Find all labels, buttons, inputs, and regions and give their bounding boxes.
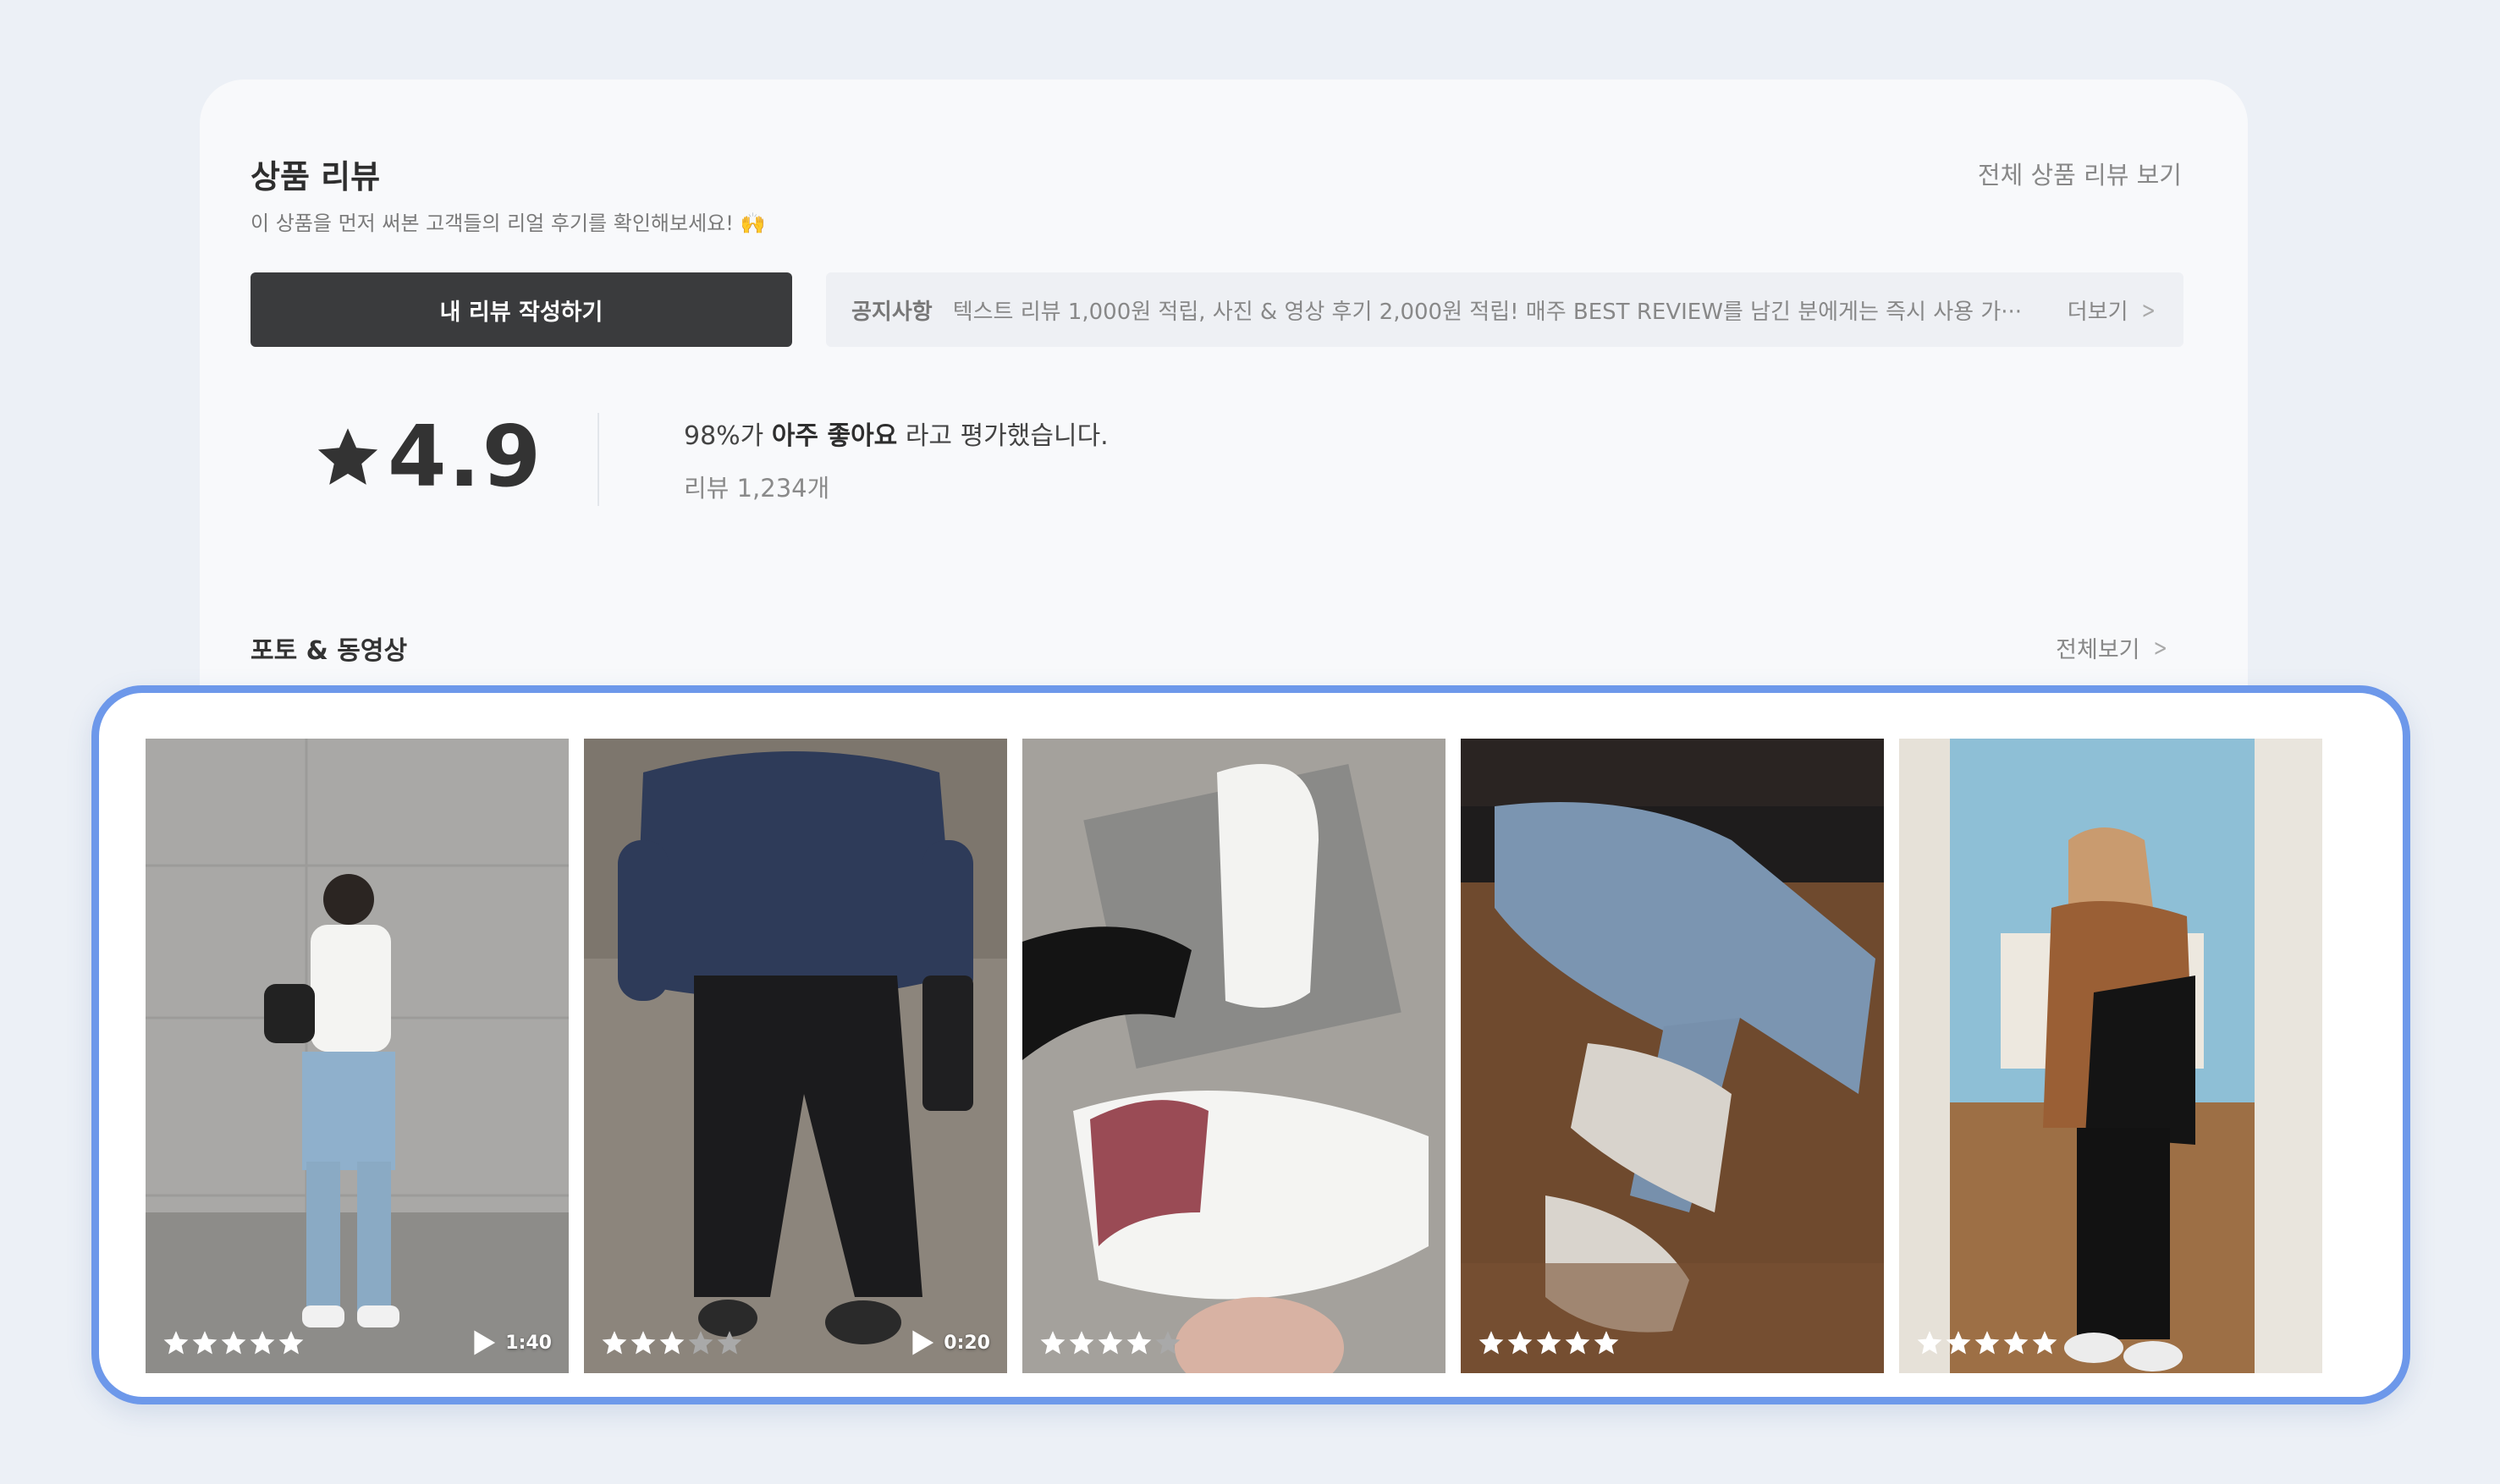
review-count: 리뷰 1,234개 (684, 474, 830, 503)
star-empty-icon (1155, 1331, 1181, 1355)
star-rating (162, 1329, 305, 1356)
star-rating (1478, 1329, 1620, 1356)
notice-more-link[interactable]: 더보기 > (2068, 294, 2158, 326)
star-filled-icon (1946, 1331, 1971, 1355)
star-filled-icon (192, 1331, 218, 1355)
photo-image (1899, 739, 2322, 1373)
star-rating (1039, 1329, 1181, 1356)
star-filled-icon (221, 1331, 246, 1355)
star-filled-icon (1507, 1331, 1533, 1355)
photo-thumbnail[interactable] (1899, 739, 2322, 1373)
view-all-reviews-link[interactable]: 전체 상품 리뷰 보기 (1978, 156, 2182, 191)
star-filled-icon (1536, 1331, 1561, 1355)
notice-label: 공지사항 (851, 299, 933, 325)
star-filled-icon (659, 1331, 685, 1355)
rating-summary: 4.9 (315, 415, 542, 499)
page-title: 상품 리뷰 (251, 158, 381, 195)
photo-strip: 1:40 0:20 (91, 685, 2410, 1404)
photo-thumbnail[interactable]: 1:40 (146, 739, 569, 1373)
star-filled-icon (2032, 1331, 2057, 1355)
notice-more-label: 더보기 (2067, 299, 2128, 325)
photo-section-title: 포토 & 동영상 (251, 636, 408, 666)
star-filled-icon (1126, 1331, 1152, 1355)
play-icon (474, 1330, 496, 1355)
chevron-right-icon: > (2153, 634, 2167, 662)
star-icon (315, 424, 381, 490)
satisfaction-highlight: 아주 좋아요 (771, 421, 898, 451)
star-empty-icon (688, 1331, 713, 1355)
page-subtitle: 이 상품을 먼저 써본 고객들의 리얼 후기를 확인해보세요! 🙌 (251, 212, 766, 235)
star-filled-icon (1917, 1331, 1942, 1355)
star-filled-icon (1974, 1331, 2000, 1355)
play-icon (912, 1330, 934, 1355)
photo-image (1461, 739, 1884, 1373)
satisfaction-suffix: 라고 평가했습니다. (905, 421, 1109, 451)
photo-view-all-label: 전체보기 (2056, 637, 2140, 663)
star-filled-icon (1069, 1331, 1094, 1355)
photo-image (146, 739, 569, 1373)
photo-thumbnail[interactable]: 0:20 (584, 739, 1007, 1373)
photo-image (584, 739, 1007, 1373)
satisfaction-text: 98%가 아주 좋아요 라고 평가했습니다. (684, 415, 1109, 452)
photo-image (1022, 739, 1445, 1373)
star-rating (1916, 1329, 2058, 1356)
notice-bar: 공지사항 텍스트 리뷰 1,000원 적립, 사진 & 영상 후기 2,000원… (826, 272, 2183, 347)
average-rating: 4.9 (388, 407, 543, 506)
star-filled-icon (1565, 1331, 1590, 1355)
photo-thumbnail[interactable] (1022, 739, 1445, 1373)
write-review-button[interactable]: 내 리뷰 작성하기 (251, 272, 792, 347)
star-filled-icon (250, 1331, 275, 1355)
review-card: 상품 리뷰 이 상품을 먼저 써본 고객들의 리얼 후기를 확인해보세요! 🙌 … (200, 80, 2248, 723)
star-filled-icon (602, 1331, 627, 1355)
star-rating (601, 1329, 743, 1356)
chevron-right-icon: > (2141, 295, 2156, 324)
photo-view-all-link[interactable]: 전체보기 > (2056, 631, 2170, 664)
star-filled-icon (1594, 1331, 1619, 1355)
duration-label: 0:20 (944, 1332, 990, 1354)
star-empty-icon (717, 1331, 742, 1355)
star-filled-icon (1040, 1331, 1066, 1355)
video-duration: 1:40 (471, 1329, 552, 1356)
star-filled-icon (1479, 1331, 1504, 1355)
star-filled-icon (631, 1331, 656, 1355)
star-filled-icon (163, 1331, 189, 1355)
star-filled-icon (2003, 1331, 2029, 1355)
star-filled-icon (1098, 1331, 1123, 1355)
photo-thumbnail[interactable] (1461, 739, 1884, 1373)
star-filled-icon (278, 1331, 304, 1355)
divider (597, 413, 599, 506)
notice-text: 텍스트 리뷰 1,000원 적립, 사진 & 영상 후기 2,000원 적립! … (952, 299, 2023, 325)
duration-label: 1:40 (505, 1332, 552, 1354)
video-duration: 0:20 (910, 1329, 990, 1356)
satisfaction-percent: 98%가 (684, 421, 764, 451)
